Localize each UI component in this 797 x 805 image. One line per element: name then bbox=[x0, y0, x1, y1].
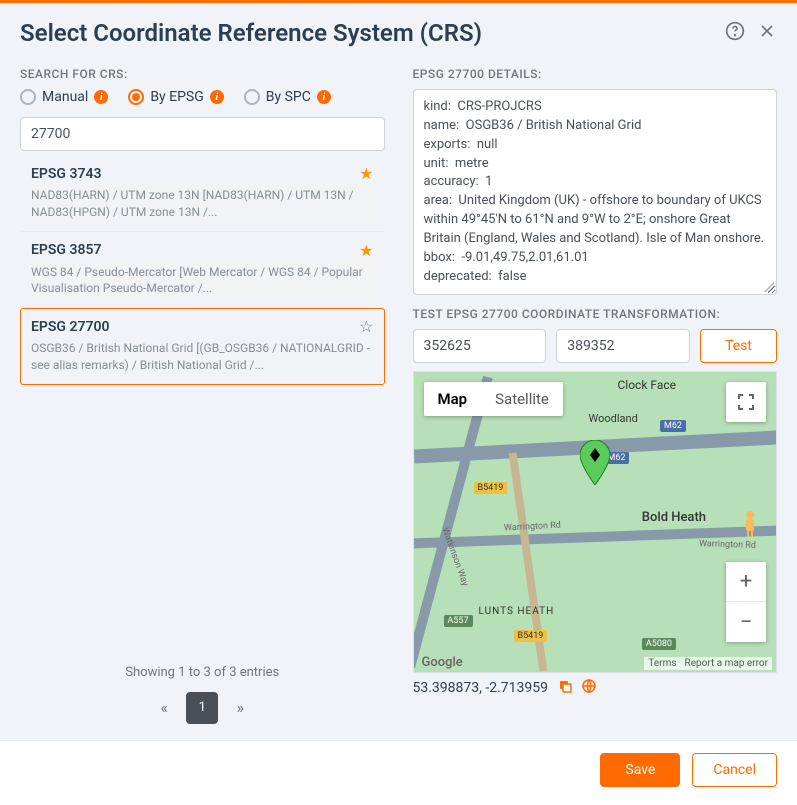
test-label: TEST EPSG 27700 COORDINATE TRANSFORMATIO… bbox=[413, 307, 778, 321]
header-icons bbox=[725, 21, 777, 45]
result-header: EPSG 27700 ☆ bbox=[31, 317, 374, 336]
result-header: EPSG 3743 ★ bbox=[31, 164, 374, 183]
info-icon[interactable]: i bbox=[317, 90, 331, 104]
map-type-control: Map Satellite bbox=[424, 382, 563, 416]
result-subtitle: NAD83(HARN) / UTM zone 13N [NAD83(HARN) … bbox=[31, 185, 374, 223]
details-box[interactable]: kind: CRS-PROJCRS name: OSGB36 / British… bbox=[413, 89, 778, 295]
road-shield-b5419: B5419 bbox=[474, 482, 508, 494]
detail-unit: unit: metre bbox=[424, 155, 767, 174]
result-item-selected[interactable]: EPSG 27700 ☆ OSGB36 / British National G… bbox=[20, 308, 385, 385]
radio-manual[interactable]: Manual i bbox=[20, 89, 108, 105]
road-shield-a5080: A5080 bbox=[642, 638, 676, 650]
map-attribution: Terms Report a map error bbox=[644, 657, 772, 670]
left-column: SEARCH FOR CRS: Manual i By EPSG i By SP… bbox=[20, 67, 385, 724]
detail-exports: exports: null bbox=[424, 136, 767, 155]
fullscreen-button[interactable] bbox=[726, 382, 766, 422]
coords-text: 53.398873, -2.713959 bbox=[413, 680, 549, 696]
detail-kind: kind: CRS-PROJCRS bbox=[424, 98, 767, 117]
radio-label-spc: By SPC bbox=[266, 89, 311, 105]
radio-label-manual: Manual bbox=[42, 89, 88, 105]
map-report-link[interactable]: Report a map error bbox=[685, 658, 768, 669]
star-icon[interactable]: ★ bbox=[359, 241, 373, 260]
map-footer: Google Terms Report a map error bbox=[414, 653, 777, 672]
radio-circle bbox=[244, 89, 260, 105]
road-shield-m62: M62 bbox=[660, 420, 686, 432]
help-icon[interactable] bbox=[725, 21, 745, 45]
zoom-control: + − bbox=[726, 562, 766, 642]
modal-body: SEARCH FOR CRS: Manual i By EPSG i By SP… bbox=[0, 59, 797, 740]
zoom-out-button[interactable]: − bbox=[726, 602, 766, 642]
radio-circle bbox=[20, 89, 36, 105]
info-icon[interactable]: i bbox=[94, 90, 108, 104]
map-label-boldheath: Bold Heath bbox=[642, 510, 706, 525]
radio-spc[interactable]: By SPC i bbox=[244, 89, 331, 105]
map-type-map-button[interactable]: Map bbox=[424, 382, 482, 416]
right-column: EPSG 27700 DETAILS: kind: CRS-PROJCRS na… bbox=[413, 67, 778, 724]
google-logo: Google bbox=[418, 655, 463, 670]
result-title: EPSG 3743 bbox=[31, 166, 101, 182]
modal-title: Select Coordinate Reference System (CRS) bbox=[20, 19, 482, 47]
map-type-satellite-button[interactable]: Satellite bbox=[481, 382, 563, 416]
map[interactable]: M62 M62 B5419 B5419 A5080 A557 Clock Fac… bbox=[413, 371, 778, 673]
page-first-icon[interactable]: « bbox=[148, 692, 180, 724]
radio-label-epsg: By EPSG bbox=[150, 89, 203, 105]
test-x-input[interactable] bbox=[413, 329, 547, 363]
test-y-input[interactable] bbox=[556, 329, 690, 363]
map-pin-icon bbox=[580, 440, 610, 489]
star-outline-icon[interactable]: ☆ bbox=[359, 317, 373, 336]
map-label-warrington: Warrington Rd bbox=[503, 521, 560, 534]
radio-circle bbox=[128, 89, 144, 105]
pegman-icon[interactable] bbox=[734, 507, 766, 539]
road-shield-b5419: B5419 bbox=[514, 630, 548, 642]
info-icon[interactable]: i bbox=[210, 90, 224, 104]
copy-icon[interactable] bbox=[558, 679, 572, 697]
result-item[interactable]: EPSG 3743 ★ NAD83(HARN) / UTM zone 13N [… bbox=[20, 155, 385, 232]
map-terms-link[interactable]: Terms bbox=[648, 658, 676, 669]
road-shield-a557: A557 bbox=[444, 615, 473, 627]
detail-name: name: OSGB36 / British National Grid bbox=[424, 117, 767, 136]
pagination-info: Showing 1 to 3 of 3 entries bbox=[20, 665, 385, 680]
coords-row: 53.398873, -2.713959 bbox=[413, 679, 778, 697]
save-button[interactable]: Save bbox=[600, 753, 680, 787]
pagination-controls: « 1 » bbox=[20, 692, 385, 724]
map-label-warrington: Warrington Rd bbox=[699, 539, 756, 551]
result-title: EPSG 3857 bbox=[31, 242, 101, 258]
result-subtitle: OSGB36 / British National Grid [(GB_OSGB… bbox=[31, 338, 374, 376]
results-list: EPSG 3743 ★ NAD83(HARN) / UTM zone 13N [… bbox=[20, 155, 385, 385]
map-label-woodland: Woodland bbox=[589, 412, 638, 425]
modal-header: Select Coordinate Reference System (CRS) bbox=[0, 3, 797, 59]
detail-deprecated: deprecated: false bbox=[424, 268, 767, 287]
search-label: SEARCH FOR CRS: bbox=[20, 67, 385, 81]
zoom-in-button[interactable]: + bbox=[726, 562, 766, 602]
radio-epsg[interactable]: By EPSG i bbox=[128, 89, 223, 105]
result-item[interactable]: EPSG 3857 ★ WGS 84 / Pseudo-Mercator [We… bbox=[20, 232, 385, 309]
detail-area: area: United Kingdom (UK) - offshore to … bbox=[424, 192, 767, 249]
result-subtitle: WGS 84 / Pseudo-Mercator [Web Mercator /… bbox=[31, 262, 374, 300]
cancel-button[interactable]: Cancel bbox=[692, 753, 777, 787]
detail-bbox: bbox: -9.01,49.75,2.01,61.01 bbox=[424, 249, 767, 268]
result-title: EPSG 27700 bbox=[31, 319, 109, 335]
search-mode-radios: Manual i By EPSG i By SPC i bbox=[20, 89, 385, 105]
details-label: EPSG 27700 DETAILS: bbox=[413, 67, 778, 81]
crs-modal: Select Coordinate Reference System (CRS)… bbox=[0, 0, 797, 805]
globe-icon[interactable] bbox=[582, 679, 596, 697]
map-background: M62 M62 B5419 B5419 A5080 A557 Clock Fac… bbox=[414, 372, 777, 672]
search-input[interactable] bbox=[20, 117, 385, 151]
detail-accuracy: accuracy: 1 bbox=[424, 173, 767, 192]
close-icon[interactable] bbox=[757, 21, 777, 45]
test-button[interactable]: Test bbox=[700, 329, 777, 363]
map-label-luntsheath: LUNTS HEATH bbox=[479, 606, 555, 617]
map-label-clockface: Clock Face bbox=[617, 378, 676, 392]
star-icon[interactable]: ★ bbox=[359, 164, 373, 183]
page-current[interactable]: 1 bbox=[186, 692, 218, 724]
page-last-icon[interactable]: » bbox=[224, 692, 256, 724]
test-row: Test bbox=[413, 329, 778, 363]
modal-footer: Save Cancel bbox=[0, 740, 797, 805]
result-header: EPSG 3857 ★ bbox=[31, 241, 374, 260]
